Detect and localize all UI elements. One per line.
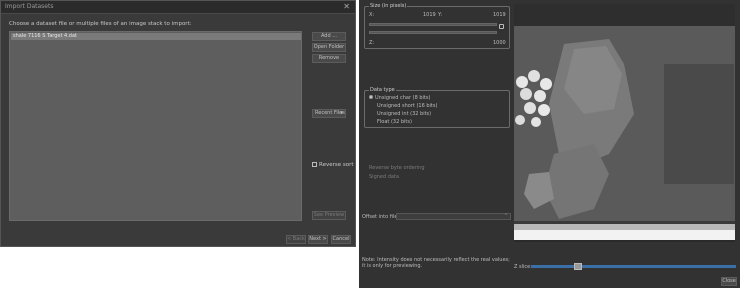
open-folder-button[interactable]: Open Folder ... bbox=[312, 43, 346, 57]
lock-icon[interactable] bbox=[499, 24, 504, 29]
see-preview-button[interactable]: See Preview bbox=[312, 211, 346, 220]
radio-uchar[interactable]: Unsigned char (8 bits) bbox=[369, 95, 430, 101]
reverse-sort-label: Reverse sort bbox=[319, 162, 354, 168]
signed-data-checkbox[interactable]: Signed data bbox=[369, 174, 399, 180]
offset-input[interactable]: ⌃ bbox=[396, 213, 511, 220]
size-group-title: Size (in pixels) bbox=[369, 3, 408, 9]
x-value[interactable]: 1019 bbox=[423, 12, 436, 18]
reverse-byte-ordering-checkbox[interactable]: Reverse byte ordering bbox=[369, 165, 425, 171]
add-button[interactable]: Add ... bbox=[312, 32, 346, 41]
cancel-button[interactable]: Cancel bbox=[331, 235, 351, 244]
close-icon[interactable]: ✕ bbox=[343, 2, 350, 11]
z-label: Z: bbox=[369, 40, 375, 46]
preview-note: Note: Intensity does not necessarily ref… bbox=[362, 257, 510, 269]
z-slice-slider[interactable] bbox=[531, 265, 736, 268]
preview-image bbox=[514, 4, 735, 242]
radio-float[interactable]: Float (32 bits) bbox=[377, 119, 412, 125]
x-label: X: bbox=[369, 12, 375, 18]
radio-uint-label: Unsigned int (32 bits) bbox=[377, 111, 432, 117]
close-button[interactable]: Close bbox=[721, 277, 737, 286]
list-item[interactable]: shale 7116 S Target 4.dat bbox=[11, 33, 301, 40]
z-slice-handle[interactable] bbox=[574, 263, 582, 270]
file-list[interactable]: shale 7116 S Target 4.dat bbox=[9, 31, 302, 221]
raw-import-panel: Size (in pixels) X: 1019 Y: 1019 Z: 1000… bbox=[359, 0, 740, 288]
back-button[interactable]: < Back bbox=[286, 235, 306, 244]
chevron-down-icon: ▾ bbox=[340, 110, 343, 116]
size-group: Size (in pixels) X: 1019 Y: 1019 Z: 1000 bbox=[364, 3, 510, 49]
radio-float-label: Float (32 bits) bbox=[377, 119, 412, 125]
radio-uint[interactable]: Unsigned int (32 bits) bbox=[377, 111, 431, 117]
radio-ushort-label: Unsigned short (16 bits) bbox=[377, 103, 438, 109]
checkbox-icon bbox=[312, 162, 317, 167]
x-slider[interactable] bbox=[369, 23, 497, 26]
offset-label: Offset into file: bbox=[362, 214, 400, 220]
z-value[interactable]: 1000 bbox=[493, 40, 506, 46]
recent-files-dropdown[interactable]: Recent Files ▾ bbox=[312, 109, 346, 118]
remove-button[interactable]: Remove bbox=[312, 54, 346, 63]
reverse-sort-checkbox[interactable]: Reverse sort bbox=[312, 162, 354, 168]
radio-selected-icon bbox=[369, 95, 373, 99]
y-slider[interactable] bbox=[369, 31, 497, 34]
spinner-icon[interactable]: ⌃ bbox=[504, 213, 508, 219]
radio-uchar-label: Unsigned char (8 bits) bbox=[375, 95, 431, 101]
y-label: Y: bbox=[438, 12, 443, 18]
instruction-text: Choose a dataset file or multiple files … bbox=[9, 21, 192, 27]
dialog-titlebar: Import Datasets ✕ bbox=[1, 1, 355, 14]
y-value[interactable]: 1019 bbox=[493, 12, 506, 18]
data-type-group: Data type Unsigned char (8 bits) Unsigne… bbox=[364, 87, 510, 128]
data-type-group-title: Data type bbox=[369, 87, 396, 93]
radio-ushort[interactable]: Unsigned short (16 bits) bbox=[377, 103, 437, 109]
z-slice-label: Z slice: bbox=[514, 264, 532, 270]
import-datasets-dialog: Import Datasets ✕ Choose a dataset file … bbox=[0, 0, 356, 247]
next-button[interactable]: Next > bbox=[308, 235, 328, 244]
dialog-title: Import Datasets bbox=[5, 3, 54, 10]
